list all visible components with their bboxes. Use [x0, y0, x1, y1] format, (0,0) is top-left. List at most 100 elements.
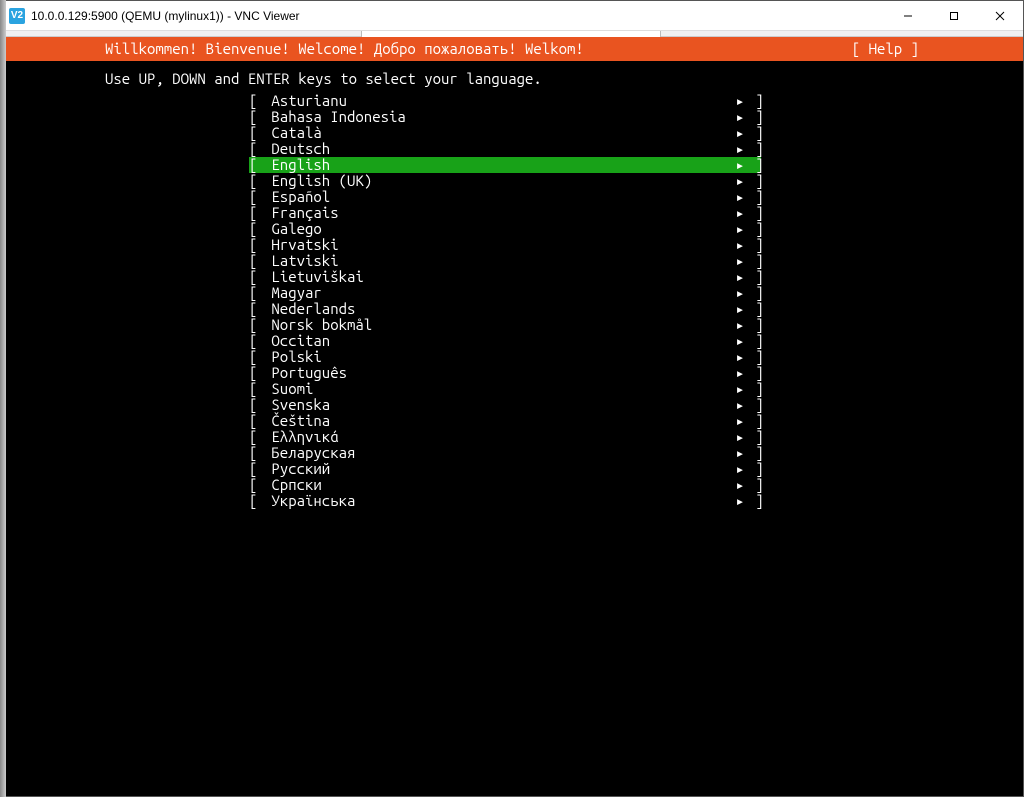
language-option[interactable]: [ Português▸ ]: [249, 365, 761, 381]
maximize-button[interactable]: [931, 1, 977, 31]
bracket-left: [: [249, 205, 263, 221]
language-option[interactable]: [ English (UK)▸ ]: [249, 173, 761, 189]
bracket-right: ]: [747, 349, 761, 365]
language-name: Українська: [263, 493, 733, 509]
vnc-app-icon: V2: [9, 8, 25, 24]
bracket-left: [: [249, 429, 263, 445]
language-option[interactable]: [ Polski▸ ]: [249, 349, 761, 365]
language-option[interactable]: [ Русский▸ ]: [249, 461, 761, 477]
language-option[interactable]: [ Galego▸ ]: [249, 221, 761, 237]
submenu-arrow-icon: ▸: [733, 301, 747, 317]
bracket-left: [: [249, 173, 263, 189]
submenu-arrow-icon: ▸: [733, 317, 747, 333]
close-button[interactable]: [977, 1, 1023, 31]
language-name: Português: [263, 365, 733, 381]
bracket-right: ]: [747, 317, 761, 333]
bracket-right: ]: [747, 285, 761, 301]
language-option[interactable]: [ Lietuviškai▸ ]: [249, 269, 761, 285]
submenu-arrow-icon: ▸: [733, 93, 747, 109]
language-option[interactable]: [ Bahasa Indonesia▸ ]: [249, 109, 761, 125]
bracket-left: [: [249, 269, 263, 285]
submenu-arrow-icon: ▸: [733, 237, 747, 253]
bracket-left: [: [249, 253, 263, 269]
submenu-arrow-icon: ▸: [733, 349, 747, 365]
submenu-arrow-icon: ▸: [733, 381, 747, 397]
bracket-right: ]: [747, 253, 761, 269]
language-name: Català: [263, 125, 733, 141]
bracket-left: [: [249, 93, 263, 109]
language-name: Nederlands: [263, 301, 733, 317]
bracket-right: ]: [747, 157, 761, 173]
language-name: Русский: [263, 461, 733, 477]
language-option[interactable]: [ Српски▸ ]: [249, 477, 761, 493]
bracket-left: [: [249, 317, 263, 333]
bracket-left: [: [249, 349, 263, 365]
bracket-right: ]: [747, 269, 761, 285]
language-option[interactable]: [ Suomi▸ ]: [249, 381, 761, 397]
window-titlebar[interactable]: V2 10.0.0.129:5900 (QEMU (mylinux1)) - V…: [1, 1, 1023, 31]
submenu-arrow-icon: ▸: [733, 173, 747, 189]
bracket-left: [: [249, 125, 263, 141]
language-name: Español: [263, 189, 733, 205]
language-name: English (UK): [263, 173, 733, 189]
bracket-right: ]: [747, 493, 761, 509]
bracket-right: ]: [747, 381, 761, 397]
language-option[interactable]: [ Català▸ ]: [249, 125, 761, 141]
bracket-right: ]: [747, 141, 761, 157]
language-list[interactable]: [ Asturianu▸ ][ Bahasa Indonesia▸ ][ Cat…: [249, 93, 761, 509]
vnc-framebuffer[interactable]: Willkommen! Bienvenue! Welcome! Добро по…: [1, 37, 1023, 796]
language-option[interactable]: [ Français▸ ]: [249, 205, 761, 221]
installer-header-bar: Willkommen! Bienvenue! Welcome! Добро по…: [1, 37, 1023, 61]
minimize-button[interactable]: [885, 1, 931, 31]
language-name: Беларуская: [263, 445, 733, 461]
submenu-arrow-icon: ▸: [733, 413, 747, 429]
submenu-arrow-icon: ▸: [733, 253, 747, 269]
language-option[interactable]: [ Беларуская▸ ]: [249, 445, 761, 461]
bracket-left: [: [249, 365, 263, 381]
language-option[interactable]: [ Occitan▸ ]: [249, 333, 761, 349]
language-option[interactable]: [ Magyar▸ ]: [249, 285, 761, 301]
language-option[interactable]: [ Svenska▸ ]: [249, 397, 761, 413]
language-option[interactable]: [ Latviski▸ ]: [249, 253, 761, 269]
instruction-text: Use UP, DOWN and ENTER keys to select yo…: [1, 61, 1023, 93]
language-name: Norsk bokmål: [263, 317, 733, 333]
window-left-shadow: [0, 0, 6, 797]
language-option[interactable]: [ Українська▸ ]: [249, 493, 761, 509]
bracket-right: ]: [747, 189, 761, 205]
submenu-arrow-icon: ▸: [733, 461, 747, 477]
submenu-arrow-icon: ▸: [733, 141, 747, 157]
language-option[interactable]: [ Ελληνικά▸ ]: [249, 429, 761, 445]
submenu-arrow-icon: ▸: [733, 189, 747, 205]
help-button[interactable]: [ Help ]: [852, 41, 919, 57]
language-name: Svenska: [263, 397, 733, 413]
language-option[interactable]: [ Norsk bokmål▸ ]: [249, 317, 761, 333]
language-name: Galego: [263, 221, 733, 237]
language-option[interactable]: [ Hrvatski▸ ]: [249, 237, 761, 253]
language-option[interactable]: [ English▸ ]: [249, 157, 761, 173]
language-option[interactable]: [ Čeština▸ ]: [249, 413, 761, 429]
submenu-arrow-icon: ▸: [733, 205, 747, 221]
submenu-arrow-icon: ▸: [733, 397, 747, 413]
language-name: Magyar: [263, 285, 733, 301]
language-option[interactable]: [ Deutsch▸ ]: [249, 141, 761, 157]
submenu-arrow-icon: ▸: [733, 445, 747, 461]
submenu-arrow-icon: ▸: [733, 493, 747, 509]
bracket-left: [: [249, 189, 263, 205]
submenu-arrow-icon: ▸: [733, 429, 747, 445]
language-option[interactable]: [ Español▸ ]: [249, 189, 761, 205]
language-name: English: [263, 157, 733, 173]
language-name: Suomi: [263, 381, 733, 397]
language-option[interactable]: [ Nederlands▸ ]: [249, 301, 761, 317]
bracket-left: [: [249, 157, 263, 173]
bracket-left: [: [249, 237, 263, 253]
submenu-arrow-icon: ▸: [733, 269, 747, 285]
submenu-arrow-icon: ▸: [733, 157, 747, 173]
bracket-right: ]: [747, 397, 761, 413]
bracket-left: [: [249, 413, 263, 429]
language-name: Polski: [263, 349, 733, 365]
language-option[interactable]: [ Asturianu▸ ]: [249, 93, 761, 109]
bracket-right: ]: [747, 413, 761, 429]
submenu-arrow-icon: ▸: [733, 221, 747, 237]
bracket-right: ]: [747, 461, 761, 477]
submenu-arrow-icon: ▸: [733, 285, 747, 301]
